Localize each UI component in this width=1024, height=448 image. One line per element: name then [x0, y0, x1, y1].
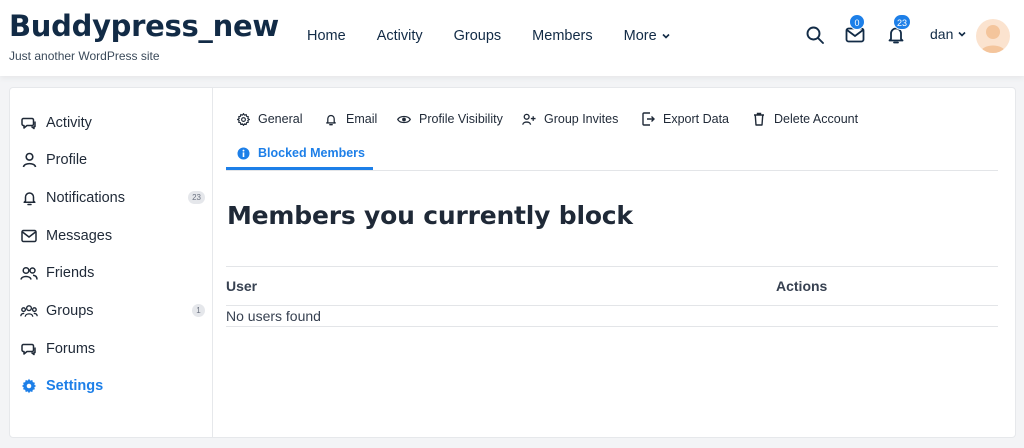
- user-plus-icon: [522, 112, 536, 126]
- friends-icon: [20, 264, 38, 282]
- tab-label: Export Data: [663, 112, 730, 126]
- empty-message: No users found: [226, 308, 321, 324]
- tab-label: Blocked Members: [258, 146, 365, 160]
- groups-icon: [20, 302, 38, 320]
- primary-nav: Home Activity Groups Members More: [307, 27, 702, 45]
- username: dan: [930, 26, 954, 42]
- gear-icon: [20, 377, 38, 395]
- forums-icon: [20, 340, 38, 358]
- tab-label: Profile Visibility: [419, 112, 503, 126]
- site-title[interactable]: Buddypress_new: [9, 9, 279, 43]
- sidebar-item-label: Friends: [46, 265, 95, 281]
- search-icon[interactable]: [805, 25, 825, 50]
- sidebar-item-friends[interactable]: Friends: [20, 261, 205, 285]
- activity-icon: [20, 114, 38, 132]
- sidebar-item-forums[interactable]: Forums: [20, 337, 205, 361]
- tab-delete-account[interactable]: Delete Account: [752, 110, 858, 128]
- sidebar-item-settings[interactable]: Settings: [20, 374, 205, 398]
- sidebar-item-label: Profile: [46, 152, 88, 168]
- nav-members[interactable]: Members: [532, 27, 592, 45]
- sidebar-item-label: Activity: [46, 115, 92, 131]
- sidebar-item-notifications[interactable]: Notifications 23: [20, 186, 205, 210]
- nav-activity[interactable]: Activity: [377, 27, 423, 45]
- tab-blocked-members[interactable]: Blocked Members: [236, 144, 365, 162]
- sidebar-item-groups[interactable]: Groups 1: [20, 299, 205, 323]
- sidebar-item-label: Groups: [46, 303, 94, 319]
- settings-content: General Email Profile Visibility Group I…: [214, 88, 1015, 437]
- nav-more-label: More: [623, 28, 657, 44]
- nav-more[interactable]: More: [624, 27, 671, 45]
- column-header-user: User: [226, 278, 258, 294]
- page-title: Members you currently block: [227, 201, 633, 230]
- tab-general[interactable]: General: [236, 110, 302, 128]
- nav-groups[interactable]: Groups: [454, 27, 502, 45]
- tab-group-invites[interactable]: Group Invites: [522, 110, 618, 128]
- user-menu[interactable]: dan: [930, 26, 967, 42]
- site-branding: Buddypress_new Just another WordPress si…: [9, 9, 279, 63]
- notifications-count-badge: 23: [893, 14, 912, 30]
- sidebar-item-label: Notifications: [46, 190, 125, 206]
- trash-icon: [752, 112, 766, 126]
- site-header: Buddypress_new Just another WordPress si…: [0, 0, 1024, 76]
- sidebar-item-messages[interactable]: Messages: [20, 224, 205, 248]
- table-header-row: User Actions: [226, 266, 998, 306]
- messages-count-badge: 0: [849, 14, 865, 30]
- avatar-silhouette-icon: [980, 25, 1006, 53]
- chevron-down-icon: [662, 33, 670, 39]
- tab-profile-visibility[interactable]: Profile Visibility: [397, 110, 503, 128]
- avatar[interactable]: [976, 19, 1010, 53]
- export-icon: [641, 112, 655, 126]
- tab-export-data[interactable]: Export Data: [641, 110, 729, 128]
- user-icon: [20, 151, 38, 169]
- blocked-members-table: User Actions No users found: [226, 266, 998, 327]
- tab-label: General: [258, 112, 303, 126]
- eye-icon: [397, 112, 411, 126]
- table-row: No users found: [226, 306, 998, 327]
- sidebar-item-label: Settings: [46, 378, 104, 394]
- profile-card: Activity Profile Notifications 23 Messag…: [9, 87, 1016, 438]
- settings-subnav: General Email Profile Visibility Group I…: [226, 101, 998, 171]
- bell-icon: [20, 189, 38, 207]
- sidebar-item-profile[interactable]: Profile: [20, 148, 205, 172]
- cog-icon: [236, 112, 250, 126]
- tab-label: Email: [346, 112, 378, 126]
- envelope-icon: [20, 227, 38, 245]
- chevron-down-icon: [958, 31, 966, 37]
- active-tab-indicator: [226, 167, 373, 170]
- sidebar-item-activity[interactable]: Activity: [20, 111, 205, 135]
- sidebar-item-label: Messages: [46, 228, 113, 244]
- column-header-actions: Actions: [776, 278, 828, 294]
- site-tagline: Just another WordPress site: [9, 49, 160, 63]
- tab-label: Group Invites: [544, 112, 619, 126]
- bell-icon: [324, 112, 338, 126]
- notifications-count: 23: [188, 191, 205, 204]
- nav-home[interactable]: Home: [307, 27, 346, 45]
- profile-sidebar: Activity Profile Notifications 23 Messag…: [10, 88, 213, 437]
- groups-count: 1: [192, 304, 205, 317]
- tab-label: Delete Account: [774, 112, 859, 126]
- sidebar-item-label: Forums: [46, 341, 96, 357]
- info-icon: [236, 146, 250, 160]
- tab-email[interactable]: Email: [324, 110, 377, 128]
